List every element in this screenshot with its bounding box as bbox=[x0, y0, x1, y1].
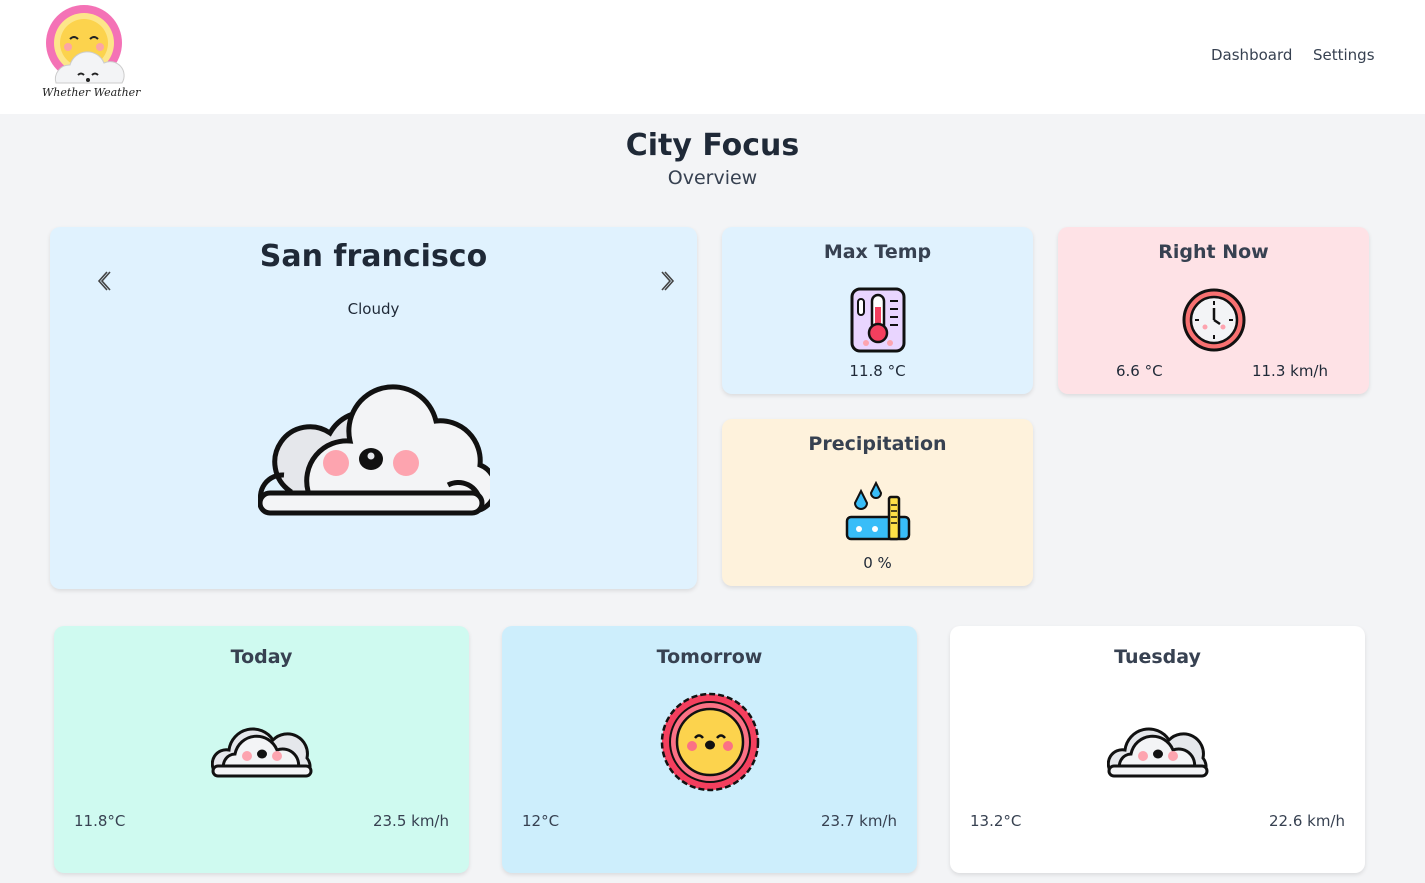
forecast-temp: 13.2°C bbox=[970, 812, 1022, 830]
next-city-button[interactable] bbox=[658, 269, 678, 293]
forecast-day: Tuesday bbox=[1114, 646, 1201, 668]
cloudy-icon bbox=[211, 727, 313, 778]
sun-icon bbox=[660, 692, 760, 792]
right-now-title: Right Now bbox=[1158, 241, 1269, 263]
forecast-card-today: Today 11.8°C 23.5 km/h bbox=[54, 626, 469, 873]
forecast-wind: 22.6 km/h bbox=[1268, 812, 1345, 830]
logo-text: Whether Weather bbox=[42, 86, 141, 99]
city-name: San francisco bbox=[259, 239, 488, 274]
clock-icon bbox=[1182, 288, 1246, 352]
max-temp-card: Max Temp 11.8 °C bbox=[722, 227, 1033, 394]
max-temp-title: Max Temp bbox=[823, 241, 932, 263]
page-title: City Focus bbox=[625, 128, 800, 163]
forecast-card-tomorrow: Tomorrow 12°C 23.7 km/h bbox=[502, 626, 917, 873]
page-subtitle: Overview bbox=[667, 167, 758, 189]
right-now-temp: 6.6 °C bbox=[1116, 362, 1163, 380]
forecast-temp: 11.8°C bbox=[74, 812, 126, 830]
precipitation-card: Precipitation 0 % bbox=[722, 419, 1033, 586]
forecast-temp: 12°C bbox=[522, 812, 560, 830]
top-navbar: Whether Weather Dashboard Settings bbox=[0, 0, 1425, 114]
max-temp-value: 11.8 °C bbox=[849, 362, 906, 380]
chevron-right-icon bbox=[661, 271, 675, 291]
right-now-wind: 11.3 km/h bbox=[1251, 362, 1328, 380]
right-now-card: Right Now 6.6 °C 11.3 km/h bbox=[1058, 227, 1369, 394]
forecast-wind: 23.7 km/h bbox=[820, 812, 897, 830]
cloudy-icon bbox=[258, 384, 490, 516]
forecast-wind: 23.5 km/h bbox=[372, 812, 449, 830]
precipitation-value: 0 % bbox=[863, 554, 892, 572]
forecast-card-tuesday: Tuesday 13.2°C 22.6 km/h bbox=[950, 626, 1365, 873]
city-card: San francisco Cloudy bbox=[50, 227, 697, 589]
forecast-day: Today bbox=[230, 646, 293, 668]
city-condition: Cloudy bbox=[347, 300, 400, 318]
precipitation-title: Precipitation bbox=[808, 433, 947, 455]
forecast-day: Tomorrow bbox=[656, 646, 763, 668]
cloudy-icon bbox=[1107, 727, 1209, 778]
rain-gauge-icon bbox=[845, 481, 911, 541]
thermometer-icon bbox=[850, 287, 906, 353]
nav-dashboard-link[interactable]: Dashboard bbox=[1211, 46, 1292, 64]
nav-settings-link[interactable]: Settings bbox=[1313, 46, 1375, 64]
